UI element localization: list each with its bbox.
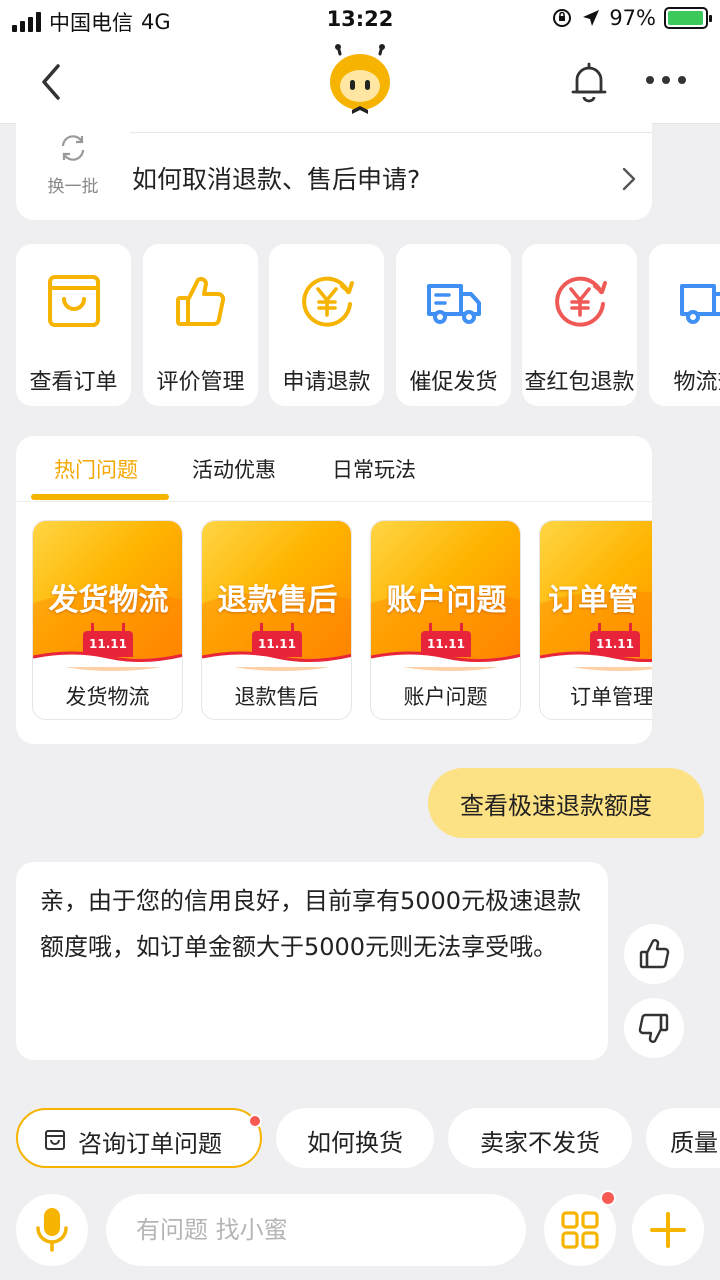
topic-tile-refund[interactable]: 退款售后 11.11 退款售后 xyxy=(201,520,352,720)
red-packet-refund-icon xyxy=(555,276,607,327)
tab-promotions[interactable]: 活动优惠 xyxy=(192,454,276,484)
refresh-button[interactable]: 换一批 xyxy=(38,132,108,197)
tile-banner-title: 订单管 xyxy=(548,583,638,618)
shortcut-label: 申请退款 xyxy=(282,370,371,395)
topics-card: 热门问题 活动优惠 日常玩法 发货物流 11.11 发货物流 退款售后 11.1… xyxy=(16,436,652,744)
rotation-lock-icon xyxy=(553,9,572,27)
chip-exchange[interactable]: 如何换货 xyxy=(276,1108,434,1168)
tile-wave xyxy=(371,651,520,667)
dislike-button[interactable] xyxy=(624,998,684,1058)
plus-icon xyxy=(650,1212,686,1248)
tab-hot-questions[interactable]: 热门问题 xyxy=(54,454,138,484)
battery-fill xyxy=(668,11,703,25)
microphone-icon xyxy=(36,1208,68,1252)
shortcut-view-orders[interactable]: 查看订单 xyxy=(16,244,131,406)
like-button[interactable] xyxy=(624,924,684,984)
status-right: 97% xyxy=(551,6,712,30)
topic-tile-shipping[interactable]: 发货物流 11.11 发货物流 xyxy=(32,520,183,720)
tab-daily-tips[interactable]: 日常玩法 xyxy=(332,454,416,484)
tile-wave xyxy=(202,651,351,667)
refresh-icon xyxy=(61,135,85,161)
order-box-icon xyxy=(45,1130,65,1150)
tile-banner-title: 发货物流 xyxy=(48,583,169,618)
shortcut-urge-shipping[interactable]: 催促发货 xyxy=(396,244,511,406)
tile-wave xyxy=(33,651,182,667)
suggested-question[interactable]: 如何取消退款、售后申请? xyxy=(132,160,420,196)
refresh-label: 换一批 xyxy=(47,177,99,197)
location-arrow-icon xyxy=(583,10,600,26)
tile-label: 退款售后 xyxy=(234,685,319,709)
back-arrow-icon xyxy=(42,64,60,100)
shortcut-logistics[interactable]: 物流查 xyxy=(649,244,720,406)
divider xyxy=(130,132,652,133)
voice-input-button[interactable] xyxy=(16,1194,88,1266)
battery-icon xyxy=(664,7,712,29)
status-bar: 中国电信 4G 13:22 97% xyxy=(0,0,720,40)
delivery-truck-icon xyxy=(427,284,481,324)
order-box-icon xyxy=(48,275,100,327)
thumb-down-icon xyxy=(638,1013,669,1043)
active-tab-indicator xyxy=(31,494,169,500)
notification-button[interactable] xyxy=(568,60,610,104)
notification-dot xyxy=(248,1114,262,1128)
tile-wave xyxy=(540,651,652,667)
tile-label: 账户问题 xyxy=(403,685,488,709)
tile-banner: 账户问题 11.11 xyxy=(371,521,520,671)
notification-dot xyxy=(600,1190,616,1206)
question-card: 换一批 如何取消退款、售后申请? xyxy=(16,120,652,220)
shortcut-label: 物流查 xyxy=(673,370,720,395)
yuan-refund-icon xyxy=(302,276,354,327)
chip-seller-not-shipping[interactable]: 卖家不发货 xyxy=(448,1108,632,1168)
more-dots-icon xyxy=(646,76,686,84)
tile-banner-title: 退款售后 xyxy=(217,583,338,618)
chip-label: 咨询订单问题 xyxy=(78,1130,222,1158)
tile-banner: 订单管 11.11 xyxy=(540,521,652,671)
shortcut-review-management[interactable]: 评价管理 xyxy=(143,244,258,406)
tile-label: 发货物流 xyxy=(65,685,150,709)
shortcut-label: 评价管理 xyxy=(156,370,245,395)
topic-tile-account[interactable]: 账户问题 11.11 账户问题 xyxy=(370,520,521,720)
bot-message-bubble: 亲，由于您的信用良好，目前享有5000元极速退款额度哦，如订单金额大于5000元… xyxy=(16,862,608,1060)
tile-banner: 退款售后 11.11 xyxy=(202,521,351,671)
user-message-bubble: 查看极速退款额度 xyxy=(428,768,704,838)
more-button[interactable] xyxy=(644,68,688,92)
shortcut-label: 查看订单 xyxy=(29,370,118,395)
tile-banner: 发货物流 11.11 xyxy=(33,521,182,671)
add-button[interactable] xyxy=(632,1194,704,1266)
quick-chip-row: 咨询订单问题 如何换货 卖家不发货 质量 xyxy=(0,1104,720,1170)
shortcut-red-packet-refund[interactable]: 查红包退款 xyxy=(522,244,637,406)
shortcut-apply-refund[interactable]: 申请退款 xyxy=(269,244,384,406)
chip-order-inquiry[interactable]: 咨询订单问题 xyxy=(16,1108,262,1168)
shortcut-label: 催促发货 xyxy=(409,370,498,395)
nav-bar xyxy=(0,40,720,124)
assistant-logo xyxy=(326,44,394,116)
back-button[interactable] xyxy=(32,60,72,104)
tile-banner-title: 账户问题 xyxy=(386,583,507,618)
topic-tile-orders[interactable]: 订单管 11.11 订单管理 xyxy=(539,520,652,720)
topic-tabs: 热门问题 活动优惠 日常玩法 xyxy=(16,436,652,502)
tile-label: 订单管理 xyxy=(570,685,652,709)
thumb-up-icon xyxy=(176,277,226,326)
message-input[interactable] xyxy=(106,1194,526,1266)
battery-percent: 97% xyxy=(609,6,656,30)
more-services-button[interactable] xyxy=(544,1190,616,1266)
bell-icon xyxy=(571,62,607,103)
logistics-truck-icon xyxy=(680,284,720,324)
chip-quality[interactable]: 质量 xyxy=(646,1108,720,1168)
thumb-up-icon xyxy=(639,939,670,969)
bee-mascot-icon xyxy=(330,44,390,114)
shortcut-label: 查红包退款 xyxy=(524,370,635,395)
chevron-right-icon xyxy=(622,167,636,191)
topic-tiles: 发货物流 11.11 发货物流 退款售后 11.11 退款售后 账户问题 11.… xyxy=(32,520,652,722)
shortcut-row: 查看订单 评价管理 申请退款 催促发货 查红包退款 物流 xyxy=(16,244,720,408)
